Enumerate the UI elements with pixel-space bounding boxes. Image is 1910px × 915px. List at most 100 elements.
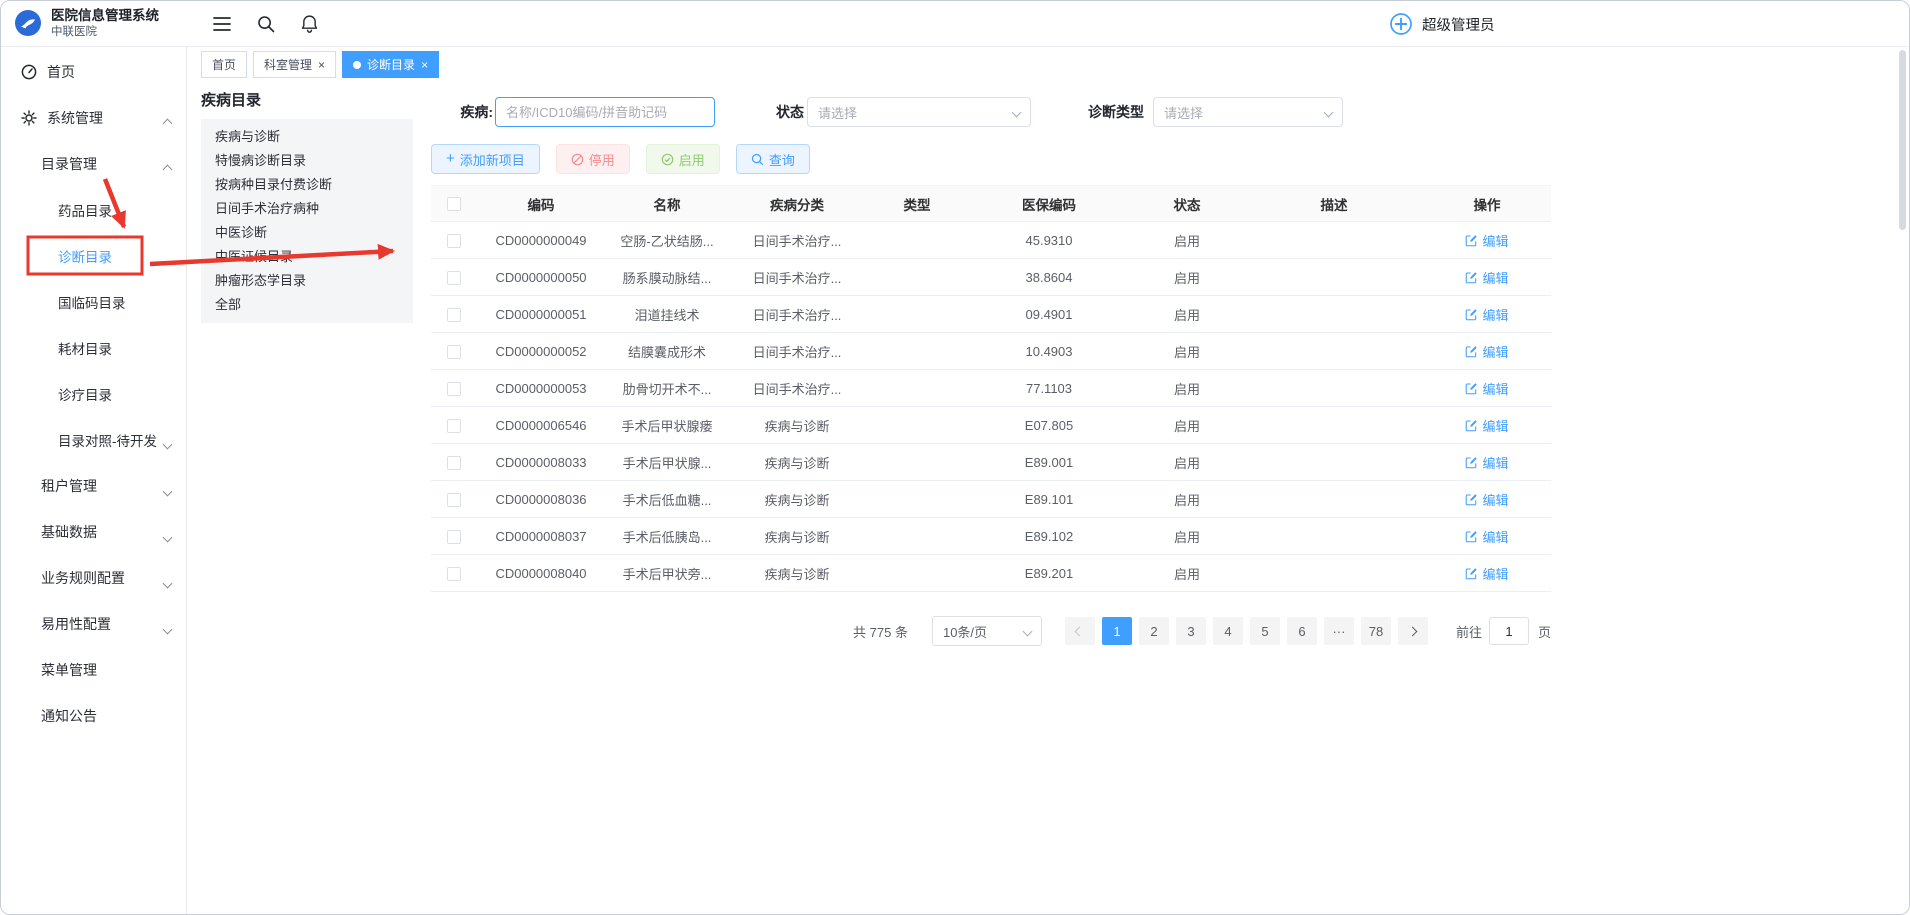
user-area[interactable]: 超级管理员 [1389,1,1495,47]
disease-search-input[interactable] [495,97,715,127]
cell-status: 启用 [1129,370,1245,407]
app-title: 医院信息管理系统 [51,7,159,25]
tab-diagnosis-catalog[interactable]: 诊断目录 × [342,51,439,78]
close-icon[interactable]: × [421,59,428,71]
row-checkbox[interactable] [447,382,461,396]
cell-insurance: 09.4901 [969,296,1129,333]
edit-icon [1465,308,1478,321]
sidebar-item-menu-mgmt[interactable]: 菜单管理 [1,647,186,693]
diagnosis-type-select[interactable]: 请选择 [1153,97,1343,127]
query-button[interactable]: 查询 [736,144,810,174]
catalog-item-all[interactable]: 全部 [201,293,413,317]
catalog-item-disease-diagnosis[interactable]: 疾病与诊断 [201,125,413,149]
page-button-2[interactable]: 2 [1139,617,1169,645]
page-button-78[interactable]: 78 [1361,617,1391,645]
page-button-6[interactable]: 6 [1287,617,1317,645]
tab-department-mgmt[interactable]: 科室管理 × [253,51,336,78]
catalog-item-pay-by-disease[interactable]: 按病种目录付费诊断 [201,173,413,197]
plus-icon: + [446,151,455,166]
sidebar-item-drug-catalog[interactable]: 药品目录 [1,187,186,233]
row-checkbox[interactable] [447,234,461,248]
add-item-button[interactable]: + 添加新项目 [431,144,540,174]
collapse-menu-icon[interactable] [213,16,231,32]
cell-desc [1245,296,1423,333]
catalog-item-tcm-syndrome[interactable]: 中医证候目录 [201,245,413,269]
vertical-scrollbar[interactable] [1899,50,1906,230]
cell-insurance: 10.4903 [969,333,1129,370]
disease-filter-label: 疾病: [431,102,493,122]
sidebar-item-system-mgmt[interactable]: 系统管理 [1,95,186,141]
page-button-4[interactable]: 4 [1213,617,1243,645]
sidebar-item-consumables-catalog[interactable]: 耗材目录 [1,325,186,371]
sidebar-item-national-code-catalog[interactable]: 国临码目录 [1,279,186,325]
close-icon[interactable]: × [318,59,325,71]
search-icon[interactable] [257,15,275,33]
cell-code: CD0000000051 [477,296,605,333]
catalog-item-tcm-diagnosis[interactable]: 中医诊断 [201,221,413,245]
sidebar-item-home[interactable]: 首页 [1,49,186,95]
sidebar-item-notices[interactable]: 通知公告 [1,693,186,739]
sidebar-item-treatment-catalog[interactable]: 诊疗目录 [1,371,186,417]
status-select[interactable]: 请选择 [807,97,1031,127]
edit-button[interactable]: 编辑 [1465,453,1508,472]
cell-desc [1245,333,1423,370]
edit-button[interactable]: 编辑 [1465,564,1508,583]
row-checkbox[interactable] [447,456,461,470]
cell-category: 日间手术治疗... [729,370,865,407]
row-checkbox[interactable] [447,530,461,544]
catalog-item-chronic-disease[interactable]: 特慢病诊断目录 [201,149,413,173]
dashboard-icon [21,64,37,80]
cell-category: 疾病与诊断 [729,444,865,481]
page-button-3[interactable]: 3 [1176,617,1206,645]
sidebar-item-label: 诊断目录 [58,246,112,266]
sidebar-item-usability-config[interactable]: 易用性配置 [1,601,186,647]
cell-name: 肋骨切开术不... [605,370,729,407]
goto-page-input[interactable] [1489,617,1529,645]
row-checkbox[interactable] [447,567,461,581]
edit-button[interactable]: 编辑 [1465,490,1508,509]
sidebar-item-catalog-mapping[interactable]: 目录对照-待开发 [1,417,186,463]
cell-name: 手术后甲状腺瘘 [605,407,729,444]
sidebar-item-tenant-mgmt[interactable]: 租户管理 [1,463,186,509]
sidebar-item-label: 菜单管理 [41,660,97,680]
disable-button[interactable]: 停用 [556,144,630,174]
row-checkbox[interactable] [447,345,461,359]
tab-home[interactable]: 首页 [201,51,247,78]
sidebar-item-catalog-mgmt[interactable]: 目录管理 [1,141,186,187]
edit-button[interactable]: 编辑 [1465,342,1508,361]
pagination: 共 775 条 10条/页 1 2 3 4 5 6 ··· 78 前往 页 [431,616,1551,646]
cell-status: 启用 [1129,407,1245,444]
sidebar-item-diagnosis-catalog[interactable]: 诊断目录 [1,233,186,279]
row-checkbox[interactable] [447,308,461,322]
edit-button[interactable]: 编辑 [1465,231,1508,250]
select-all-checkbox[interactable] [447,197,461,211]
row-checkbox[interactable] [447,419,461,433]
row-checkbox[interactable] [447,271,461,285]
sidebar-item-basic-data[interactable]: 基础数据 [1,509,186,555]
page-button-1[interactable]: 1 [1102,617,1132,645]
disease-catalog-panel: 疾病目录 疾病与诊断 特慢病诊断目录 按病种目录付费诊断 日间手术治疗病种 中医… [201,89,413,323]
row-checkbox[interactable] [447,493,461,507]
edit-button[interactable]: 编辑 [1465,305,1508,324]
prev-page-button[interactable] [1065,617,1095,645]
cell-type [865,222,969,259]
page-ellipsis-button[interactable]: ··· [1324,617,1354,645]
page-button-5[interactable]: 5 [1250,617,1280,645]
chevron-down-icon [1012,107,1022,117]
enable-button[interactable]: 启用 [646,144,720,174]
edit-button[interactable]: 编辑 [1465,527,1508,546]
edit-button[interactable]: 编辑 [1465,416,1508,435]
edit-button[interactable]: 编辑 [1465,379,1508,398]
sidebar-item-label: 易用性配置 [41,614,111,634]
cell-code: CD0000008036 [477,481,605,518]
bell-icon[interactable] [301,14,318,33]
catalog-item-tumor-morphology[interactable]: 肿瘤形态学目录 [201,269,413,293]
sidebar-item-business-rules[interactable]: 业务规则配置 [1,555,186,601]
page-size-select[interactable]: 10条/页 [932,616,1042,646]
cell-desc [1245,259,1423,296]
cell-desc [1245,222,1423,259]
sidebar-item-label: 耗材目录 [58,338,112,358]
catalog-item-day-surgery[interactable]: 日间手术治疗病种 [201,197,413,221]
next-page-button[interactable] [1398,617,1428,645]
edit-button[interactable]: 编辑 [1465,268,1508,287]
